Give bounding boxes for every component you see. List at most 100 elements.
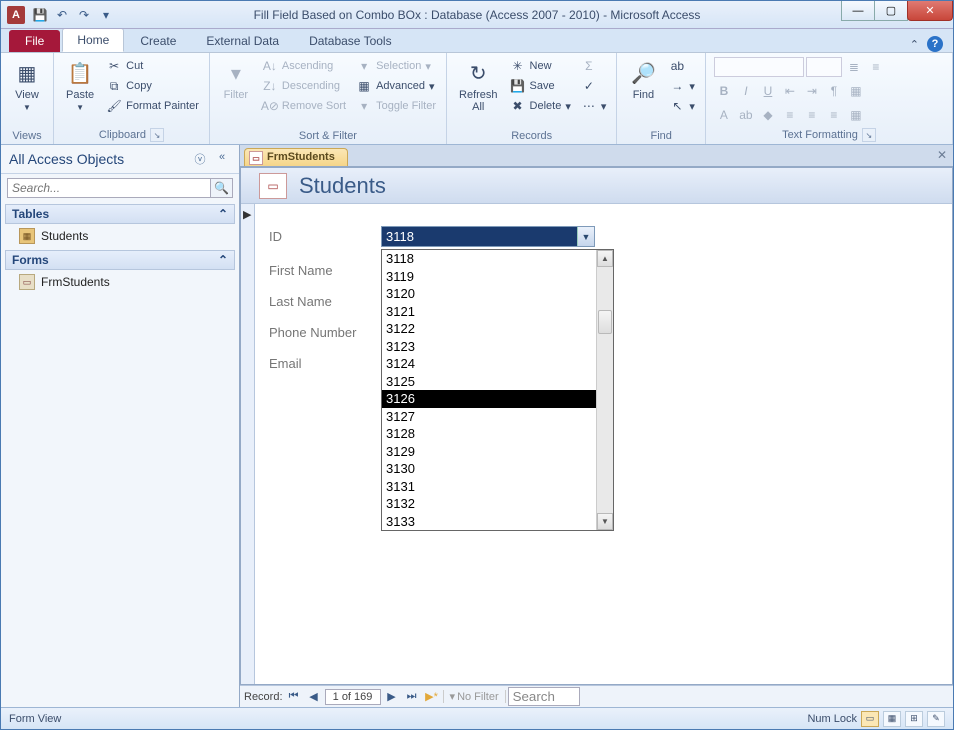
view-design-icon[interactable]: ✎ [927,711,945,727]
copy-button[interactable]: ⧉Copy [104,77,201,95]
qat-customize-icon[interactable]: ▾ [97,6,115,24]
nav-collapse-icon[interactable]: « [213,151,231,167]
tab-create[interactable]: Create [126,30,190,52]
dropdown-item[interactable]: 3127 [382,408,596,426]
totals-button[interactable]: Σ [579,57,609,75]
toggle-filter-button[interactable]: ▾Toggle Filter [354,97,438,115]
qat-save-icon[interactable]: 💾 [31,6,49,24]
combo-dropdown-button[interactable]: ▼ [577,227,594,246]
qat-redo-icon[interactable]: ↷ [75,6,93,24]
save-record-button[interactable]: 💾Save [508,77,573,95]
dropdown-scrollbar[interactable]: ▲ ▼ [596,250,613,530]
nav-next-button[interactable]: ▶ [383,688,401,706]
nav-new-button[interactable]: ▶* [423,688,441,706]
nav-item-frmstudents[interactable]: ▭ FrmStudents [1,270,239,294]
remove-sort-button[interactable]: A⊘Remove Sort [260,97,348,115]
dropdown-item[interactable]: 3128 [382,425,596,443]
indent-inc-icon[interactable]: ⇥ [802,81,822,101]
dropdown-item[interactable]: 3126 [382,390,596,408]
nav-category-forms[interactable]: Forms⌃ [5,250,235,270]
search-icon[interactable]: 🔍 [211,178,233,198]
tab-external-data[interactable]: External Data [192,30,293,52]
numbering-icon[interactable]: ≡ [866,57,886,77]
alt-row-icon[interactable]: ▦ [846,105,866,125]
tab-file[interactable]: File [9,30,60,52]
scroll-thumb[interactable] [598,310,612,334]
spelling-button[interactable]: ✓ [579,77,609,95]
align-left-icon[interactable]: ≡ [780,105,800,125]
cut-button[interactable]: ✂Cut [104,57,201,75]
maximize-button[interactable]: ▢ [874,1,908,21]
nav-dropdown-icon[interactable]: ⓥ [191,151,209,167]
scroll-up-icon[interactable]: ▲ [597,250,613,267]
help-icon[interactable]: ? [927,36,943,52]
document-tab-frmstudents[interactable]: ▭ FrmStudents [244,148,348,166]
id-combo-input[interactable] [381,226,595,247]
doc-close-icon[interactable]: ✕ [937,148,947,162]
no-filter-indicator[interactable]: ▾No Filter [443,690,506,703]
select-button[interactable]: ↖▾ [667,97,697,115]
view-form-icon[interactable]: ▭ [861,711,879,727]
dropdown-item[interactable]: 3119 [382,268,596,286]
descending-button[interactable]: Z↓Descending [260,77,348,95]
format-painter-button[interactable]: 🖌Format Painter [104,97,201,115]
nav-item-students-table[interactable]: ▦ Students [1,224,239,248]
delete-button[interactable]: ✖Delete ▾ [508,97,573,115]
bullets-icon[interactable]: ≣ [844,57,864,77]
close-button[interactable]: ✕ [907,1,953,21]
goto-button[interactable]: →▾ [667,77,697,95]
dropdown-item[interactable]: 3121 [382,303,596,321]
font-family-combo[interactable] [714,57,804,77]
record-search-input[interactable] [508,687,580,706]
paste-button[interactable]: 📋 Paste ▼ [62,57,98,114]
textfmt-expander-icon[interactable]: ↘ [862,128,876,142]
nav-prev-button[interactable]: ◀ [305,688,323,706]
selection-button[interactable]: ▾Selection ▾ [354,57,438,75]
italic-button[interactable]: I [736,81,756,101]
minimize-button[interactable]: — [841,1,875,21]
dropdown-item[interactable]: 3133 [382,513,596,531]
nav-category-tables[interactable]: Tables⌃ [5,204,235,224]
dropdown-item[interactable]: 3130 [382,460,596,478]
record-selector[interactable]: ▶ [241,204,255,684]
dropdown-item[interactable]: 3129 [382,443,596,461]
dropdown-item[interactable]: 3120 [382,285,596,303]
view-button[interactable]: ▦ View ▼ [9,57,45,114]
replace-button[interactable]: ab [667,57,697,75]
dropdown-item[interactable]: 3131 [382,478,596,496]
ascending-button[interactable]: A↓Ascending [260,57,348,75]
dropdown-item[interactable]: 3125 [382,373,596,391]
indent-dec-icon[interactable]: ⇤ [780,81,800,101]
nav-last-button[interactable]: ⏭ [403,688,421,706]
record-position[interactable]: 1 of 169 [325,689,381,705]
more-button[interactable]: ⋯▾ [579,97,609,115]
gridlines-icon[interactable]: ▦ [846,81,866,101]
clipboard-expander-icon[interactable]: ↘ [150,128,164,142]
nav-first-button[interactable]: ⏮ [285,688,303,706]
qat-undo-icon[interactable]: ↶ [53,6,71,24]
dropdown-item[interactable]: 3124 [382,355,596,373]
font-color-button[interactable]: A [714,105,734,125]
rtl-icon[interactable]: ¶ [824,81,844,101]
align-center-icon[interactable]: ≡ [802,105,822,125]
fill-color-button[interactable]: ◆ [758,105,778,125]
view-datasheet-icon[interactable]: ▦ [883,711,901,727]
underline-button[interactable]: U [758,81,778,101]
filter-button[interactable]: ▾ Filter [218,57,254,103]
dropdown-item[interactable]: 3122 [382,320,596,338]
new-button[interactable]: ✳New [508,57,573,75]
dropdown-item[interactable]: 3123 [382,338,596,356]
advanced-button[interactable]: ▦Advanced ▾ [354,77,438,95]
find-button[interactable]: 🔎 Find [625,57,661,103]
tab-database-tools[interactable]: Database Tools [295,30,406,52]
dropdown-item[interactable]: 3118 [382,250,596,268]
bold-button[interactable]: B [714,81,734,101]
ribbon-minimize-icon[interactable]: ⌃ [910,38,919,51]
dropdown-item[interactable]: 3132 [382,495,596,513]
scroll-down-icon[interactable]: ▼ [597,513,613,530]
align-right-icon[interactable]: ≡ [824,105,844,125]
nav-title[interactable]: All Access Objects [9,151,124,167]
refresh-all-button[interactable]: ↻ Refresh All [455,57,502,115]
font-size-combo[interactable] [806,57,842,77]
tab-home[interactable]: Home [62,28,124,52]
